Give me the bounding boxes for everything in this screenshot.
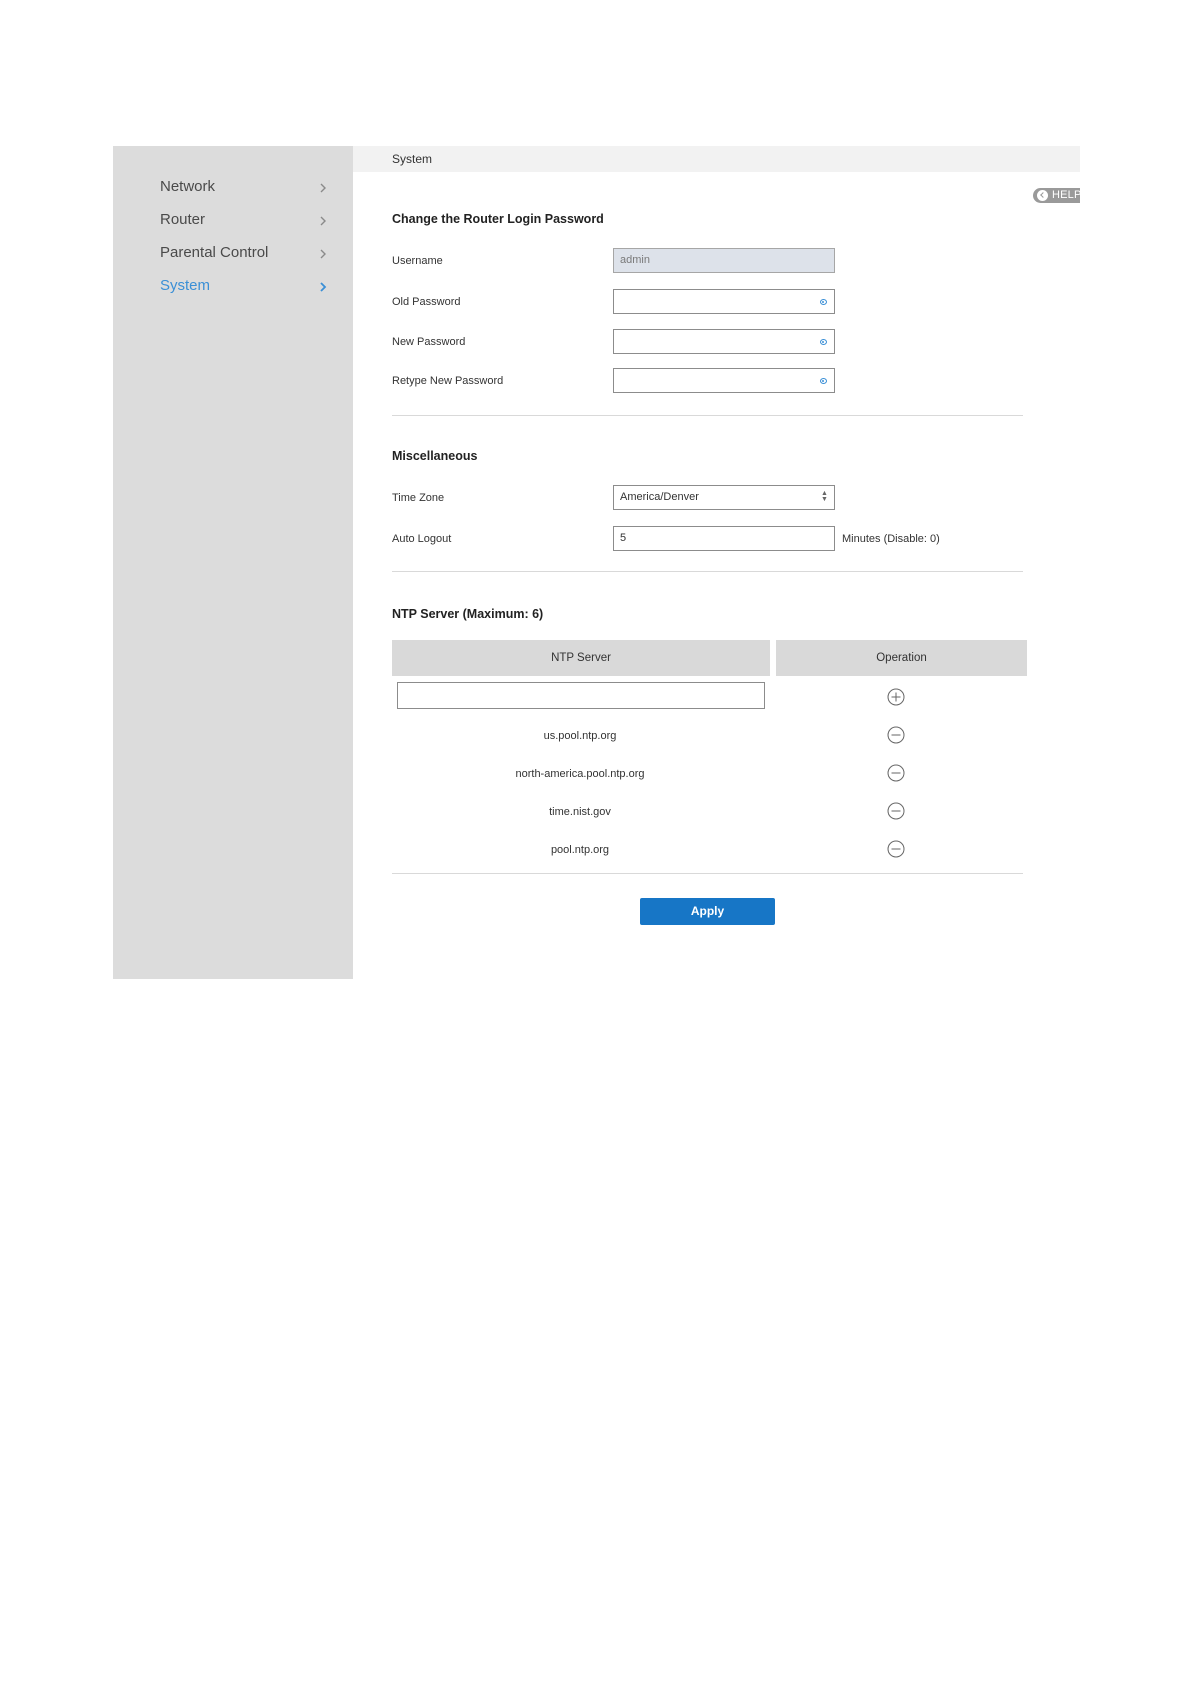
chevron-right-icon bbox=[320, 282, 327, 292]
password-section-title: Change the Router Login Password bbox=[392, 212, 604, 226]
sidebar-item-label: Network bbox=[160, 178, 216, 195]
new-password-field[interactable] bbox=[613, 329, 835, 354]
sidebar-item-label: System bbox=[160, 277, 211, 294]
timezone-label: Time Zone bbox=[392, 492, 445, 504]
sidebar: Network Router Parental Control System bbox=[113, 146, 353, 979]
ntp-server-item: pool.ntp.org bbox=[550, 844, 610, 856]
ntp-section-title: NTP Server (Maximum: 6) bbox=[392, 607, 544, 621]
sidebar-item-parental-control[interactable]: Parental Control bbox=[160, 242, 330, 266]
old-password-field[interactable] bbox=[613, 289, 835, 314]
autologout-field[interactable]: 5 bbox=[613, 526, 835, 551]
eye-icon[interactable] bbox=[820, 299, 827, 305]
chevron-left-icon bbox=[1037, 190, 1048, 201]
ntp-server-item: north-america.pool.ntp.org bbox=[515, 768, 645, 780]
select-arrows-icon: ▲ ▼ bbox=[821, 490, 828, 503]
help-button[interactable]: HELP bbox=[1033, 188, 1080, 203]
eye-icon[interactable] bbox=[820, 339, 827, 345]
misc-section-title: Miscellaneous bbox=[392, 449, 478, 463]
old-password-label: Old Password bbox=[392, 296, 461, 308]
ntp-server-item: us.pool.ntp.org bbox=[543, 730, 617, 742]
sidebar-item-network[interactable]: Network bbox=[160, 176, 330, 200]
autologout-suffix: Minutes (Disable: 0) bbox=[842, 533, 940, 545]
username-value: admin bbox=[620, 254, 650, 266]
timezone-value: America/Denver bbox=[620, 491, 699, 503]
retype-password-label: Retype New Password bbox=[392, 375, 504, 387]
remove-circle-icon[interactable] bbox=[887, 840, 905, 858]
remove-circle-icon[interactable] bbox=[887, 802, 905, 820]
remove-circle-icon[interactable] bbox=[887, 726, 905, 744]
remove-circle-icon[interactable] bbox=[887, 764, 905, 782]
sidebar-item-router[interactable]: Router bbox=[160, 209, 330, 233]
breadcrumb: System bbox=[353, 146, 1080, 172]
divider bbox=[392, 415, 1023, 416]
sidebar-item-label: Parental Control bbox=[160, 244, 269, 261]
add-circle-icon[interactable] bbox=[887, 688, 905, 706]
page-title: System bbox=[392, 152, 433, 166]
autologout-label: Auto Logout bbox=[392, 533, 452, 545]
chevron-right-icon bbox=[320, 249, 326, 259]
ntp-server-item: time.nist.gov bbox=[549, 806, 611, 818]
help-label: HELP bbox=[1052, 189, 1080, 201]
username-label: Username bbox=[392, 255, 443, 267]
retype-password-field[interactable] bbox=[613, 368, 835, 393]
divider bbox=[392, 873, 1023, 874]
chevron-right-icon bbox=[320, 183, 326, 193]
apply-button[interactable]: Apply bbox=[640, 898, 775, 925]
eye-icon[interactable] bbox=[820, 378, 827, 384]
sidebar-item-label: Router bbox=[160, 211, 206, 228]
autologout-value: 5 bbox=[620, 532, 627, 544]
chevron-right-icon bbox=[320, 216, 326, 226]
sidebar-item-system[interactable]: System bbox=[160, 275, 330, 299]
ntp-server-header: NTP Server bbox=[392, 640, 770, 676]
operation-header: Operation bbox=[776, 640, 1027, 676]
timezone-select[interactable]: America/Denver ▲ ▼ bbox=[613, 485, 835, 510]
ntp-server-input[interactable] bbox=[397, 682, 765, 709]
username-field: admin bbox=[613, 248, 835, 273]
new-password-label: New Password bbox=[392, 336, 466, 348]
divider bbox=[392, 571, 1023, 572]
